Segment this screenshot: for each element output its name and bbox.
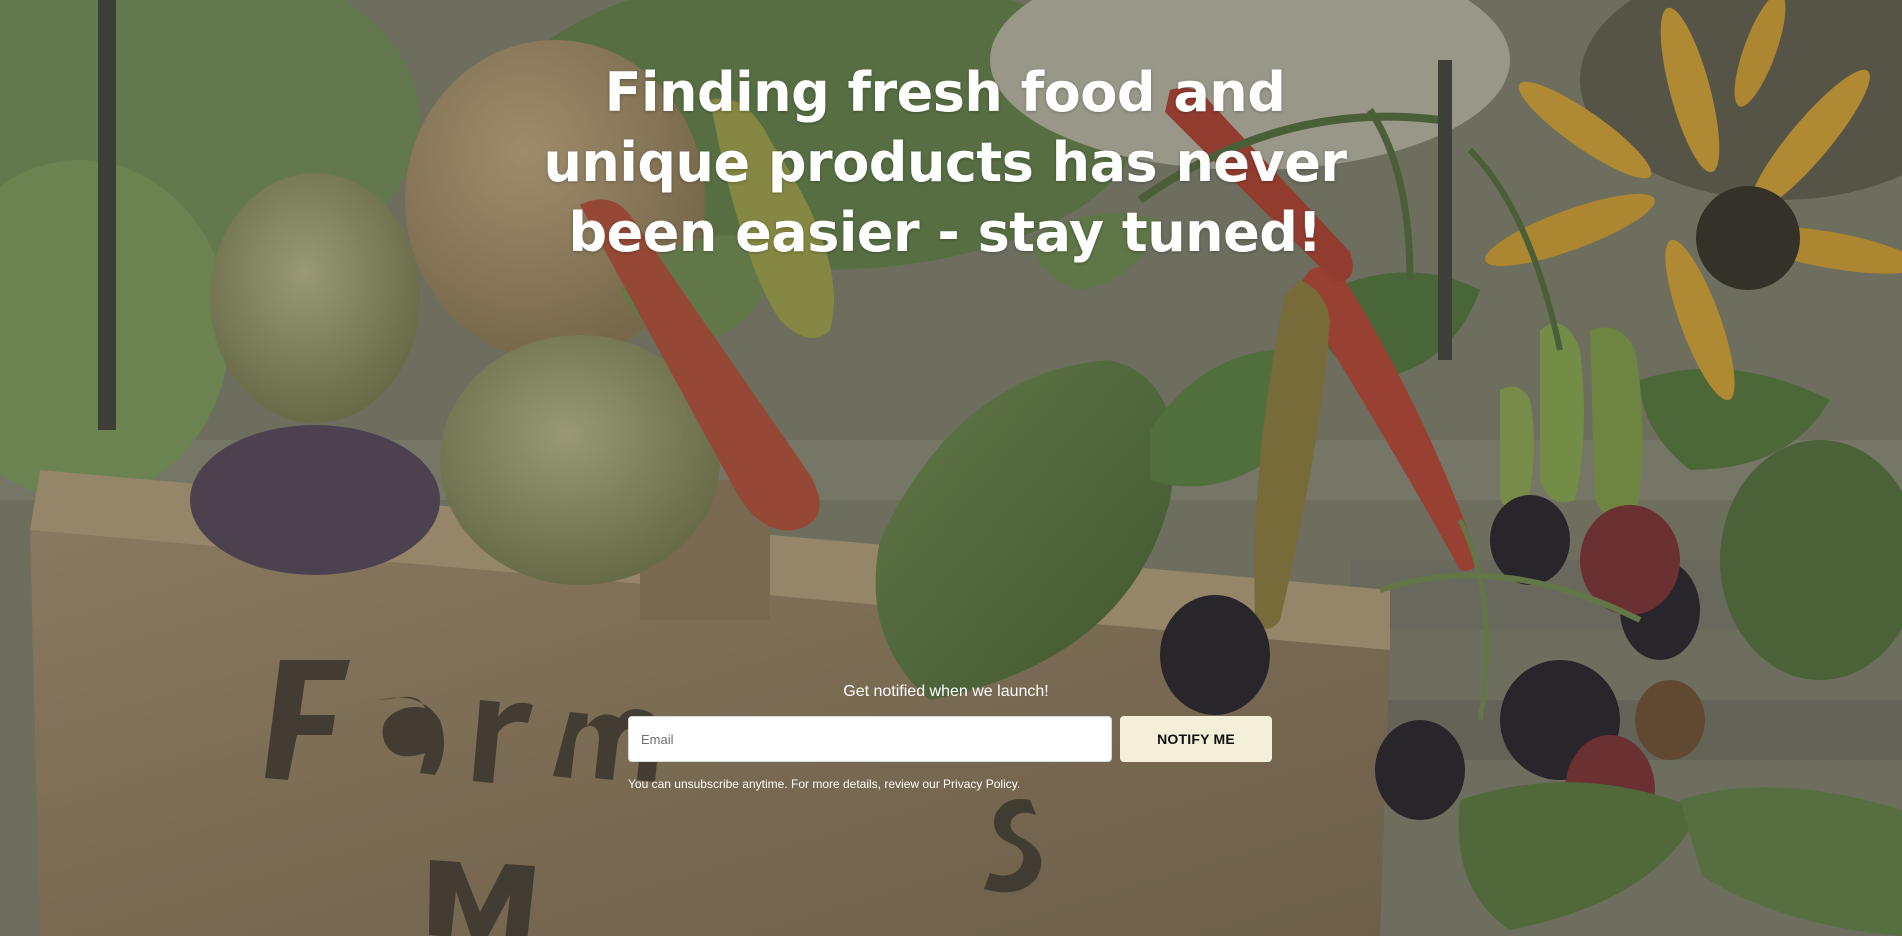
email-field[interactable] <box>628 716 1112 762</box>
unsubscribe-disclaimer: You can unsubscribe anytime. For more de… <box>628 776 1264 792</box>
signup-form: Get notified when we launch! NOTIFY ME Y… <box>628 680 1272 792</box>
notify-me-button[interactable]: NOTIFY ME <box>1120 716 1272 762</box>
page-headline: Finding fresh food and unique products h… <box>543 61 1347 264</box>
signup-title: Get notified when we launch! <box>843 683 1049 700</box>
disclaimer-text: You can unsubscribe anytime. For more de… <box>628 777 944 791</box>
signup-form-row: NOTIFY ME <box>628 716 1272 762</box>
privacy-policy-link[interactable]: Privacy Policy <box>943 777 1017 791</box>
hero-section: Finding fresh food and unique products h… <box>0 0 1902 936</box>
disclaimer-end: . <box>1016 777 1021 791</box>
